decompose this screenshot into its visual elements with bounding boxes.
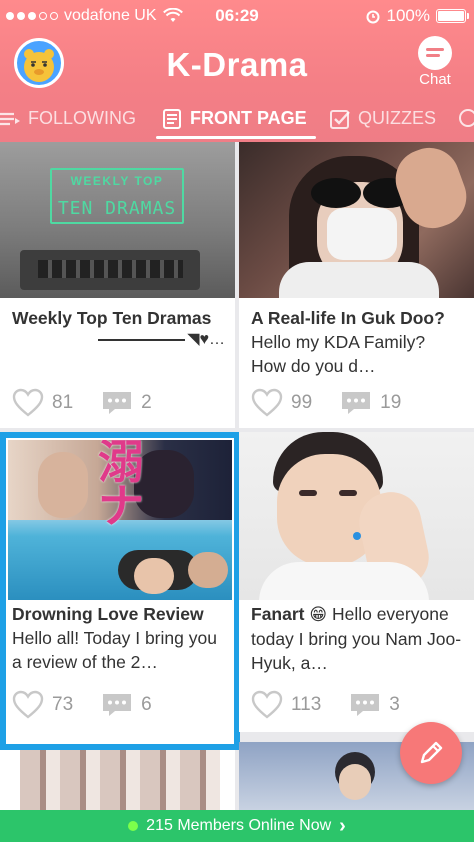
comment-icon[interactable] — [340, 390, 372, 416]
post-thumbnail — [20, 750, 220, 810]
like-count: 99 — [291, 392, 313, 413]
post-title: A Real-life In Guk Doo? Hello my KDA Fam… — [251, 306, 464, 378]
comment-icon[interactable] — [101, 692, 133, 718]
annotation-dot — [353, 532, 361, 540]
post-title-bold: Drowning Love Review — [12, 604, 204, 624]
comment-count: 2 — [141, 392, 152, 413]
pencil-icon — [420, 741, 443, 764]
post-card-selected[interactable]: 溺ナ Drowning Love Review Hello all! Today… — [0, 432, 240, 750]
more-tab-icon — [459, 109, 474, 127]
online-members-bar[interactable]: 215 Members Online Now › — [0, 810, 474, 842]
post-title-rest: Hello all! Today I bring you a review of… — [12, 628, 217, 672]
comment-count: 19 — [380, 392, 402, 413]
battery-icon — [436, 9, 469, 23]
status-bar: vodafone UK 06:29 100% — [0, 0, 474, 32]
post-stats: 73 6 — [12, 690, 152, 720]
online-members-text: 215 Members Online Now — [146, 817, 332, 834]
tab-quizzes-label: QUIZZES — [358, 108, 437, 128]
comment-icon[interactable] — [349, 692, 381, 718]
post-stats: 81 2 — [12, 388, 152, 418]
post-thumbnail: WEEKLY TOP TEN DRAMAS — [0, 142, 235, 298]
post-title-text: Weekly Top Ten Dramas — [12, 308, 212, 328]
battery-percent: 100% — [386, 6, 430, 25]
post-stats: 99 19 — [251, 388, 401, 418]
post-thumbnail — [239, 142, 474, 298]
checkbox-icon — [330, 109, 350, 129]
comment-count: 6 — [141, 694, 152, 715]
comment-icon[interactable] — [101, 390, 133, 416]
post-title: Weekly Top Ten Dramas ◥♥… — [12, 306, 225, 352]
chat-label: Chat — [419, 71, 451, 88]
chevron-right-icon: › — [339, 814, 346, 837]
like-count: 73 — [52, 694, 74, 715]
post-thumbnail — [239, 432, 474, 600]
grin-emoji: 😁 — [309, 605, 328, 624]
post-stats: 113 3 — [251, 690, 400, 720]
post-title-bold: A Real-life In Guk Doo? — [251, 308, 445, 328]
chat-button[interactable]: Chat — [410, 36, 460, 88]
compose-post-button[interactable] — [400, 722, 462, 784]
feed-tabs: FOLLOWING FRONT PAGE QUIZZES — [0, 100, 474, 140]
tab-following-label: FOLLOWING — [28, 108, 137, 128]
comment-count: 3 — [389, 694, 400, 715]
tab-more[interactable] — [458, 108, 474, 128]
post-title-bold: Fanart — [251, 604, 305, 624]
post-title-decoration: ◥♥… — [12, 328, 225, 352]
active-tab-indicator — [156, 136, 316, 139]
like-icon[interactable] — [12, 690, 44, 720]
post-thumbnail: 溺ナ — [8, 440, 232, 600]
like-icon[interactable] — [251, 388, 283, 418]
post-title: Drowning Love Review Hello all! Today I … — [12, 602, 230, 674]
like-count: 113 — [291, 694, 322, 715]
thumb-text-bottom: TEN DRAMAS — [57, 198, 177, 219]
post-title-suffix: ◥♥… — [187, 331, 225, 348]
tab-front-page-label: FRONT PAGE — [190, 108, 307, 128]
like-count: 81 — [52, 392, 74, 413]
post-card-partial[interactable] — [0, 750, 235, 810]
chat-bubble-icon — [418, 36, 452, 70]
tab-following[interactable]: FOLLOWING — [0, 108, 136, 129]
post-feed[interactable]: WEEKLY TOP TEN DRAMAS Weekly Top Ten Dra… — [0, 142, 474, 810]
post-title: Fanart 😁 Hello everyone today I bring yo… — [251, 602, 464, 675]
alarm-icon — [366, 10, 380, 24]
tab-front-page[interactable]: FRONT PAGE — [162, 108, 307, 129]
post-card[interactable]: Fanart 😁 Hello everyone today I bring yo… — [239, 432, 474, 732]
community-title: K-Drama — [166, 46, 308, 83]
post-card[interactable]: A Real-life In Guk Doo? Hello my KDA Fam… — [239, 142, 474, 428]
thumb-text-top: WEEKLY TOP — [70, 174, 164, 188]
top-bar: vodafone UK 06:29 100% K-Drama Chat FOLL… — [0, 0, 474, 142]
list-icon — [0, 112, 20, 125]
online-status-dot — [128, 821, 139, 831]
post-card[interactable]: WEEKLY TOP TEN DRAMAS Weekly Top Ten Dra… — [0, 142, 235, 428]
document-icon — [163, 108, 181, 129]
post-title-rest: Hello my KDA Family? How do you d… — [251, 332, 426, 376]
tab-quizzes[interactable]: QUIZZES — [330, 108, 436, 129]
like-icon[interactable] — [12, 388, 44, 418]
like-icon[interactable] — [251, 690, 283, 720]
